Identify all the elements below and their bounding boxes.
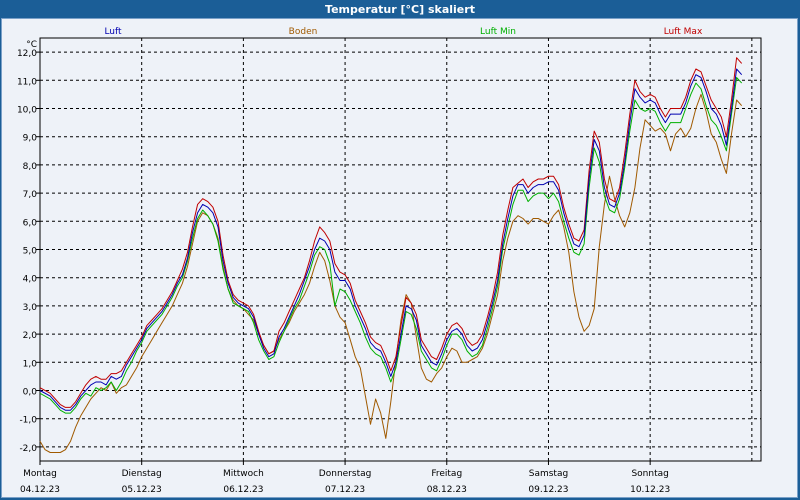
y-axis: -2,0 -1,0 0,0 1,0 2,0 3,0 4,0 5,0 6,0 7,0 8,0 9,0 10…	[17, 40, 40, 454]
legend-entry: Luft	[104, 27, 122, 37]
series-line-boden	[39, 93, 743, 453]
x-date-label: 07.12.23	[325, 485, 365, 495]
y-tick-label: 8,0	[23, 162, 38, 172]
x-date-label: 05.12.23	[122, 485, 162, 495]
y-tick-label: 1,0	[23, 359, 38, 369]
legend-entry: Boden	[289, 27, 318, 37]
y-tick-label: 2,0	[23, 331, 38, 341]
y-tick-label: 6,0	[23, 218, 38, 228]
x-day-label: Samstag	[529, 469, 568, 479]
chart-svg: -2,0 -1,0 0,0 1,0 2,0 3,0 4,0 5,0 6,0 7,0 8,0 9,0 10…	[17, 27, 762, 495]
x-day-label: Freitag	[431, 469, 462, 479]
y-tick-label: 5,0	[23, 247, 38, 257]
x-day-label: Montag	[23, 469, 57, 479]
legend: Luft Boden Luft Min Luft Max	[104, 27, 703, 37]
window: Temperatur [°C] skaliert -2,0 -1,0 0,0 1,0 2…	[0, 0, 800, 500]
y-tick-label: -2,0	[19, 444, 37, 454]
legend-entry: Luft Min	[480, 27, 516, 37]
legend-entry: Luft Max	[664, 27, 703, 37]
x-day-label: Sonntag	[631, 469, 668, 479]
y-tick-label: 12,0	[17, 49, 37, 59]
x-date-label: 08.12.23	[427, 485, 467, 495]
x-day-label: Mittwoch	[223, 469, 264, 479]
series-line-luft-max	[39, 57, 743, 408]
y-tick-label: 4,0	[23, 275, 38, 285]
x-date-label: 09.12.23	[528, 485, 568, 495]
x-date-label: 04.12.23	[20, 485, 60, 495]
series-lines	[39, 57, 743, 453]
y-tick-label: 9,0	[23, 134, 38, 144]
series-line-luft	[39, 68, 743, 411]
y-tick-label: 0,0	[23, 388, 38, 398]
y-unit-label: °C	[26, 40, 37, 50]
x-axis: Montag 04.12.23 Dienstag 05.12.23 Mittwoch 06…	[20, 461, 670, 495]
x-date-label: 10.12.23	[630, 485, 670, 495]
y-tick-label: 11,0	[17, 77, 37, 87]
y-tick-label: -1,0	[19, 416, 37, 426]
x-day-label: Donnerstag	[319, 469, 372, 479]
x-day-label: Dienstag	[122, 469, 162, 479]
x-date-label: 06.12.23	[223, 485, 263, 495]
y-tick-label: 3,0	[23, 303, 38, 313]
y-tick-label: 7,0	[23, 190, 38, 200]
y-tick-label: 10,0	[17, 106, 37, 116]
